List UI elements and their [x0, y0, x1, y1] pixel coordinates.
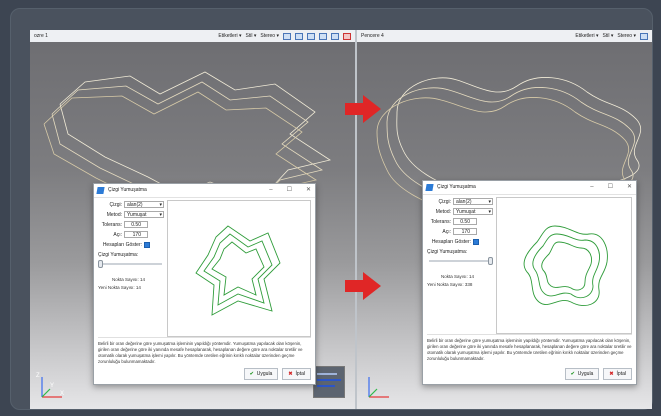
menu-etiketleri[interactable]: Etiketleri ▾: [575, 30, 598, 42]
cizgi-label: Çizgi:: [109, 201, 122, 208]
slider-label: Çizgi Yumuşatma:: [427, 249, 468, 255]
smoothing-dialog-after: Çizgi Yumuşatma – ☐ ✕ Çizgi: alan(2) ▾ Met…: [422, 180, 637, 385]
tolerans-label: Tolerans:: [430, 218, 451, 225]
chevron-down-icon: ▾: [159, 212, 162, 218]
smoothing-dialog-before: Çizgi Yumuşatma – ☐ ✕ Çizgi: alan(2) ▾ Met…: [93, 183, 316, 385]
left-viewport-title: ozre 1: [34, 33, 48, 39]
nokta-sayisi: Nokta Sayısı: 14: [112, 277, 146, 282]
axis-y-label: Y: [50, 383, 55, 389]
split-horizontal-icon[interactable]: [307, 32, 315, 40]
maximize-icon[interactable]: ☐: [608, 181, 613, 194]
left-viewport-menus: Etiketleri ▾ Stil ▾ Stereo ▾: [218, 30, 351, 42]
slider-handle[interactable]: [488, 257, 493, 265]
window-controls: – ☐ ✕: [590, 181, 632, 194]
slider-handle[interactable]: [98, 260, 103, 268]
metod-label: Metod:: [106, 211, 122, 218]
apply-button[interactable]: ✔ Uygula: [243, 368, 279, 380]
minimize-icon[interactable]: –: [590, 181, 593, 194]
app-logo-icon: [425, 184, 434, 191]
metod-select[interactable]: Yumuşat ▾: [124, 211, 164, 218]
cancel-button[interactable]: ✖ İptal: [603, 368, 632, 380]
method-description: Belirli bir oran değerine göre yumuşatma…: [427, 334, 632, 362]
close-icon[interactable]: ✕: [627, 181, 632, 194]
smoothing-form: Çizgi: alan(2) ▾ Metod: Yumuşat ▾ Tolerans: 0…: [98, 200, 164, 292]
dialog-titlebar[interactable]: Çizgi Yumuşatma – ☐ ✕: [94, 184, 315, 198]
layout-icon[interactable]: [640, 32, 648, 40]
right-viewport-title: Pencere 4: [361, 33, 384, 39]
check-icon: ✔: [570, 371, 575, 377]
hesapla-checkbox[interactable]: [473, 238, 479, 245]
yeni-nokta-sayisi: Yeni Nokta Sayısı: 14: [98, 285, 141, 290]
dialog-title: Çizgi Yumuşatma: [108, 187, 147, 193]
axis-z-label: Z: [36, 373, 40, 379]
hesapla-checkbox[interactable]: [144, 241, 150, 248]
cizgi-select[interactable]: alan(2) ▾: [124, 201, 164, 208]
tolerans-spinbox[interactable]: 0.50: [124, 221, 148, 228]
maximize-icon[interactable]: [331, 32, 339, 40]
aci-label: Açı:: [113, 231, 122, 238]
menu-stereo[interactable]: Stereo ▾: [260, 30, 279, 42]
cancel-x-icon: ✖: [609, 371, 614, 377]
cizgi-label: Çizgi:: [438, 198, 451, 205]
slider-label: Çizgi Yumuşatma:: [98, 252, 139, 258]
dialog-titlebar[interactable]: Çizgi Yumuşatma – ☐ ✕: [423, 181, 636, 195]
menu-stil[interactable]: Stil ▾: [603, 30, 614, 42]
split-vertical-icon[interactable]: [295, 32, 303, 40]
tolerans-spinbox[interactable]: 0.50: [453, 218, 477, 225]
right-viewport-menus: Etiketleri ▾ Stil ▾ Stereo ▾: [575, 30, 648, 42]
check-icon: ✔: [249, 371, 254, 377]
red-arrow-bottom: [345, 272, 381, 300]
apply-button[interactable]: ✔ Uygula: [564, 368, 600, 380]
smoothing-slider[interactable]: [427, 257, 493, 265]
red-arrow-top: [345, 95, 381, 123]
yeni-nokta-sayisi: Yeni Nokta Sayısı: 338: [427, 282, 473, 287]
cancel-x-icon: ✖: [288, 371, 293, 377]
maximize-icon[interactable]: ☐: [287, 184, 292, 197]
method-description: Belirli bir oran değerine göre yumuşatma…: [98, 337, 311, 365]
grid-icon[interactable]: [319, 32, 327, 40]
chevron-down-icon: ▾: [159, 202, 162, 208]
angular-contour-1: [59, 71, 332, 201]
cizgi-select[interactable]: alan(2) ▾: [453, 198, 493, 205]
hesapla-label: Hesapları Göster:: [431, 238, 471, 245]
menu-stil[interactable]: Stil ▾: [246, 30, 257, 42]
metod-select[interactable]: Yumuşat ▾: [453, 208, 493, 215]
hesapla-label: Hesapları Göster:: [102, 241, 142, 248]
axis-indicator-left: Z X Y: [36, 373, 66, 403]
layout-icon[interactable]: [283, 32, 291, 40]
aci-spinbox[interactable]: 170: [453, 228, 477, 235]
axis-x-label: X: [60, 391, 65, 397]
dialog-title: Çizgi Yumuşatma: [437, 184, 476, 190]
overview-panel: [313, 366, 345, 398]
chevron-down-icon: ▾: [488, 209, 491, 215]
menu-etiketleri[interactable]: Etiketleri ▾: [218, 30, 241, 42]
app-logo-icon: [96, 187, 105, 194]
axis-indicator-right: [363, 373, 393, 403]
smoothing-form: Çizgi: alan(2) ▾ Metod: Yumuşat ▾ Tolerans: 0…: [427, 197, 493, 289]
chevron-down-icon: ▾: [488, 199, 491, 205]
close-viewport-icon[interactable]: [343, 32, 351, 40]
minimize-icon[interactable]: –: [269, 184, 272, 197]
smoothing-slider[interactable]: [98, 260, 164, 268]
nokta-sayisi: Nokta Sayısı: 14: [441, 274, 475, 279]
aci-label: Açı:: [442, 228, 451, 235]
menu-stereo[interactable]: Stereo ▾: [617, 30, 636, 42]
tolerans-label: Tolerans:: [101, 221, 122, 228]
cancel-button[interactable]: ✖ İptal: [282, 368, 311, 380]
preview-canvas-after: [496, 197, 632, 334]
window-controls: – ☐ ✕: [269, 184, 311, 197]
aci-spinbox[interactable]: 170: [124, 231, 148, 238]
close-icon[interactable]: ✕: [306, 184, 311, 197]
metod-label: Metod:: [435, 208, 451, 215]
preview-canvas-before: [167, 200, 311, 337]
